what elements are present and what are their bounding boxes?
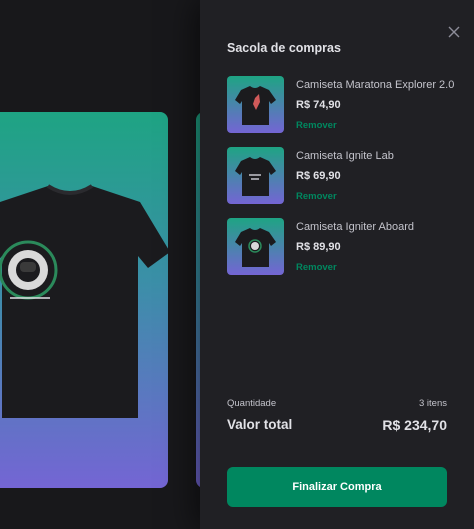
bag-item: Camiseta Maratona Explorer 2.0 R$ 74,90 … bbox=[227, 76, 467, 134]
remove-button[interactable]: Remover bbox=[296, 120, 337, 131]
page: Sacola de compras Camiseta Maratona Expl… bbox=[0, 0, 474, 529]
remove-button[interactable]: Remover bbox=[296, 191, 337, 202]
quantity-label: Quantidade bbox=[227, 398, 277, 409]
remove-button[interactable]: Remover bbox=[296, 262, 337, 273]
bag-item: Camiseta Igniter Aboard R$ 89,90 Remover bbox=[227, 218, 467, 276]
item-name: Camiseta Maratona Explorer 2.0 bbox=[296, 79, 455, 91]
bag-title: Sacola de compras bbox=[227, 41, 341, 55]
product-carousel bbox=[0, 0, 200, 529]
item-name: Camiseta Ignite Lab bbox=[296, 150, 394, 162]
close-icon[interactable] bbox=[447, 25, 461, 39]
item-price: R$ 89,90 bbox=[296, 241, 341, 253]
shopping-bag-panel: Sacola de compras Camiseta Maratona Expl… bbox=[200, 0, 474, 529]
item-image bbox=[227, 147, 284, 204]
item-price: R$ 74,90 bbox=[296, 99, 341, 111]
bag-item: Camiseta Ignite Lab R$ 69,90 Remover bbox=[227, 147, 467, 205]
quantity-row: Quantidade 3 itens bbox=[227, 398, 447, 409]
product-image bbox=[0, 184, 168, 418]
total-label: Valor total bbox=[227, 417, 293, 432]
item-image bbox=[227, 218, 284, 275]
item-price: R$ 69,90 bbox=[296, 170, 341, 182]
total-row: Valor total R$ 234,70 bbox=[227, 417, 447, 433]
total-value: R$ 234,70 bbox=[382, 417, 447, 433]
quantity-value: 3 itens bbox=[419, 398, 447, 409]
checkout-button[interactable]: Finalizar Compra bbox=[227, 467, 447, 507]
item-image bbox=[227, 76, 284, 133]
product-card[interactable] bbox=[0, 112, 168, 488]
item-name: Camiseta Igniter Aboard bbox=[296, 221, 415, 233]
